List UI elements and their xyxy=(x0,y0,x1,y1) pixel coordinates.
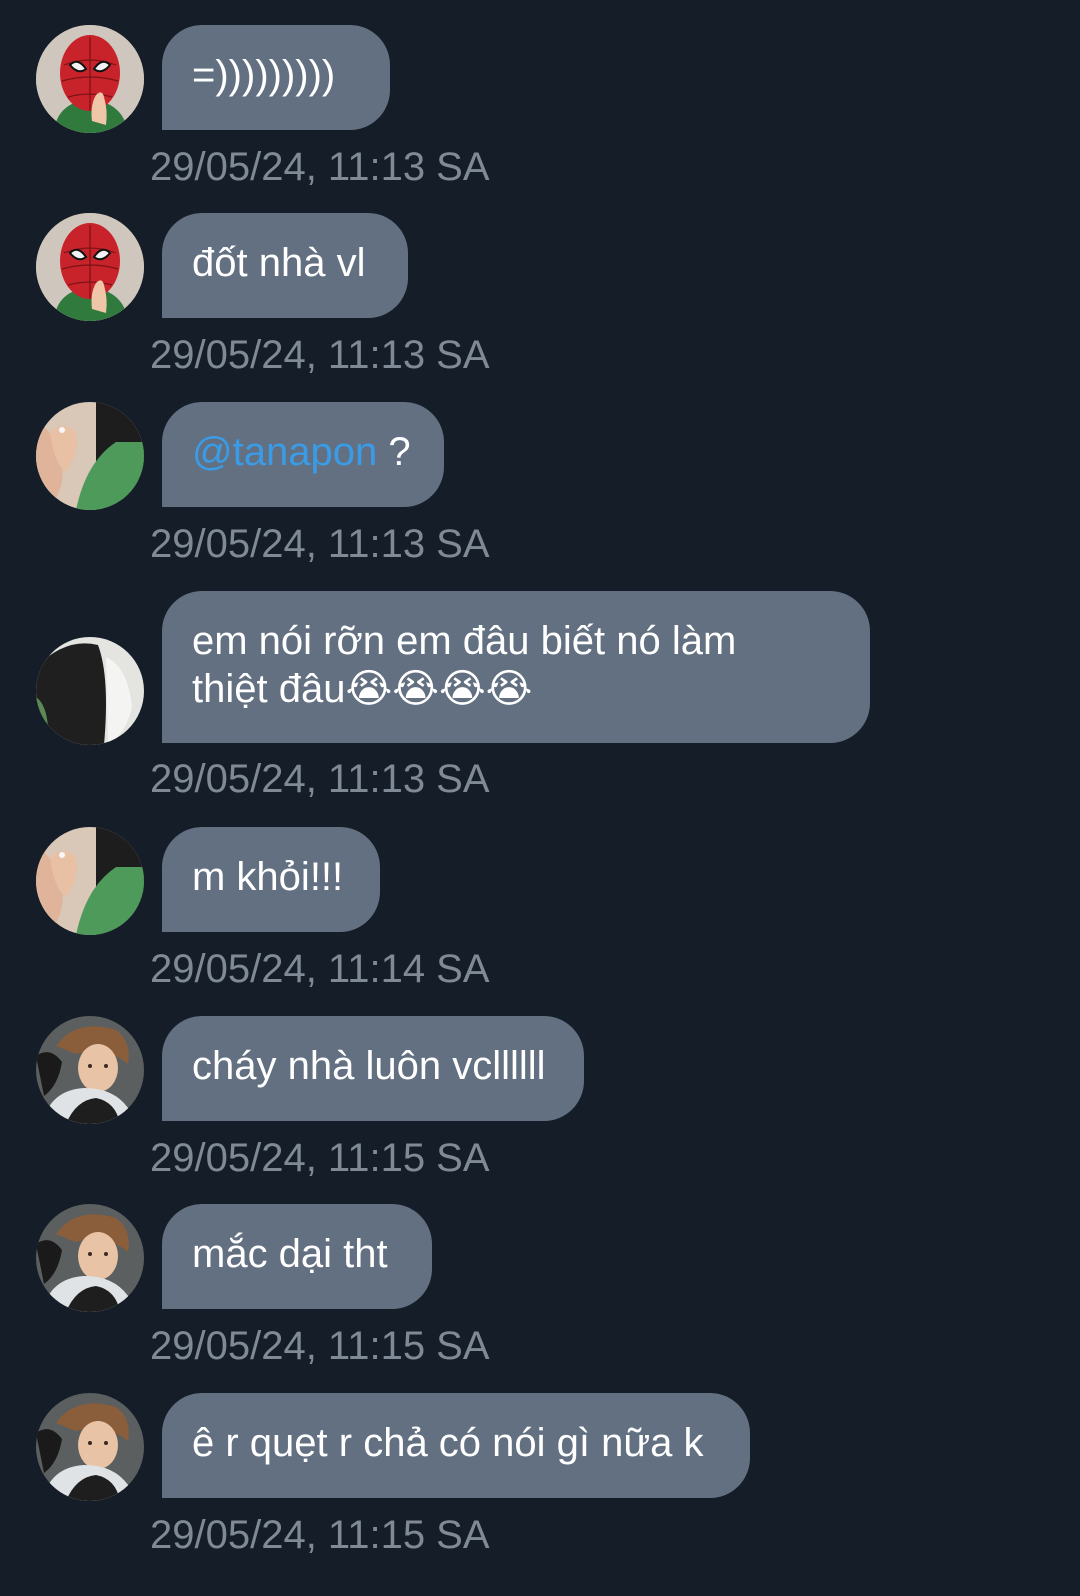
message-timestamp: 29/05/24, 11:15 SA xyxy=(150,1324,490,1368)
message-bubble[interactable]: đốt nhà vl xyxy=(162,213,408,318)
message-timestamp: 29/05/24, 11:14 SA xyxy=(150,947,490,991)
message-text-line: thiệt đâu😭😭😭😭 xyxy=(192,665,838,713)
message-text-line: em nói rỡn em đâu biết nó làm xyxy=(192,619,737,663)
message-bubble[interactable]: cháy nhà luôn vcllllll xyxy=(162,1016,584,1121)
chat-thread: =))))))))) 29/05/24, 11:13 SA đốt nhà vl… xyxy=(0,0,1080,1596)
message-bubble[interactable]: =))))))))) xyxy=(162,25,390,130)
message-bubble[interactable]: mắc dại tht xyxy=(162,1204,432,1309)
message-timestamp: 29/05/24, 11:13 SA xyxy=(150,145,490,189)
message-timestamp: 29/05/24, 11:13 SA xyxy=(150,522,490,566)
message-text: ? xyxy=(377,430,411,474)
spiderman-avatar[interactable] xyxy=(36,213,144,321)
message-text: cháy nhà luôn vcllllll xyxy=(192,1044,546,1088)
message-text: =))))))))) xyxy=(192,53,336,97)
spiderman-avatar[interactable] xyxy=(36,25,144,133)
message-timestamp: 29/05/24, 11:13 SA xyxy=(150,757,490,801)
message-text: thiệt đâu xyxy=(192,667,346,711)
message-bubble[interactable]: em nói rỡn em đâu biết nó làm thiệt đâu😭… xyxy=(162,591,870,743)
message-bubble[interactable]: m khỏi!!! xyxy=(162,827,380,932)
message-timestamp: 29/05/24, 11:15 SA xyxy=(150,1513,490,1557)
message-text: ê r quẹt r chả có nói gì nữa k xyxy=(192,1421,704,1465)
message-text: mắc dại tht xyxy=(192,1232,388,1276)
hand-green-shirt-avatar[interactable] xyxy=(36,827,144,935)
message-text: m khỏi!!! xyxy=(192,855,344,899)
mention-link[interactable]: @tanapon xyxy=(192,430,377,474)
boy-portrait-avatar[interactable] xyxy=(36,1016,144,1124)
hand-green-shirt-avatar[interactable] xyxy=(36,402,144,510)
message-timestamp: 29/05/24, 11:13 SA xyxy=(150,333,490,377)
message-bubble[interactable]: @tanapon ? xyxy=(162,402,444,507)
boy-portrait-avatar[interactable] xyxy=(36,1393,144,1501)
message-text: đốt nhà vl xyxy=(192,241,366,285)
loudly-crying-emoji-icon: 😭😭😭😭 xyxy=(345,666,533,712)
boy-portrait-avatar[interactable] xyxy=(36,1204,144,1312)
dark-clothing-avatar[interactable] xyxy=(36,637,144,745)
message-timestamp: 29/05/24, 11:15 SA xyxy=(150,1136,490,1180)
message-bubble[interactable]: ê r quẹt r chả có nói gì nữa k xyxy=(162,1393,750,1498)
